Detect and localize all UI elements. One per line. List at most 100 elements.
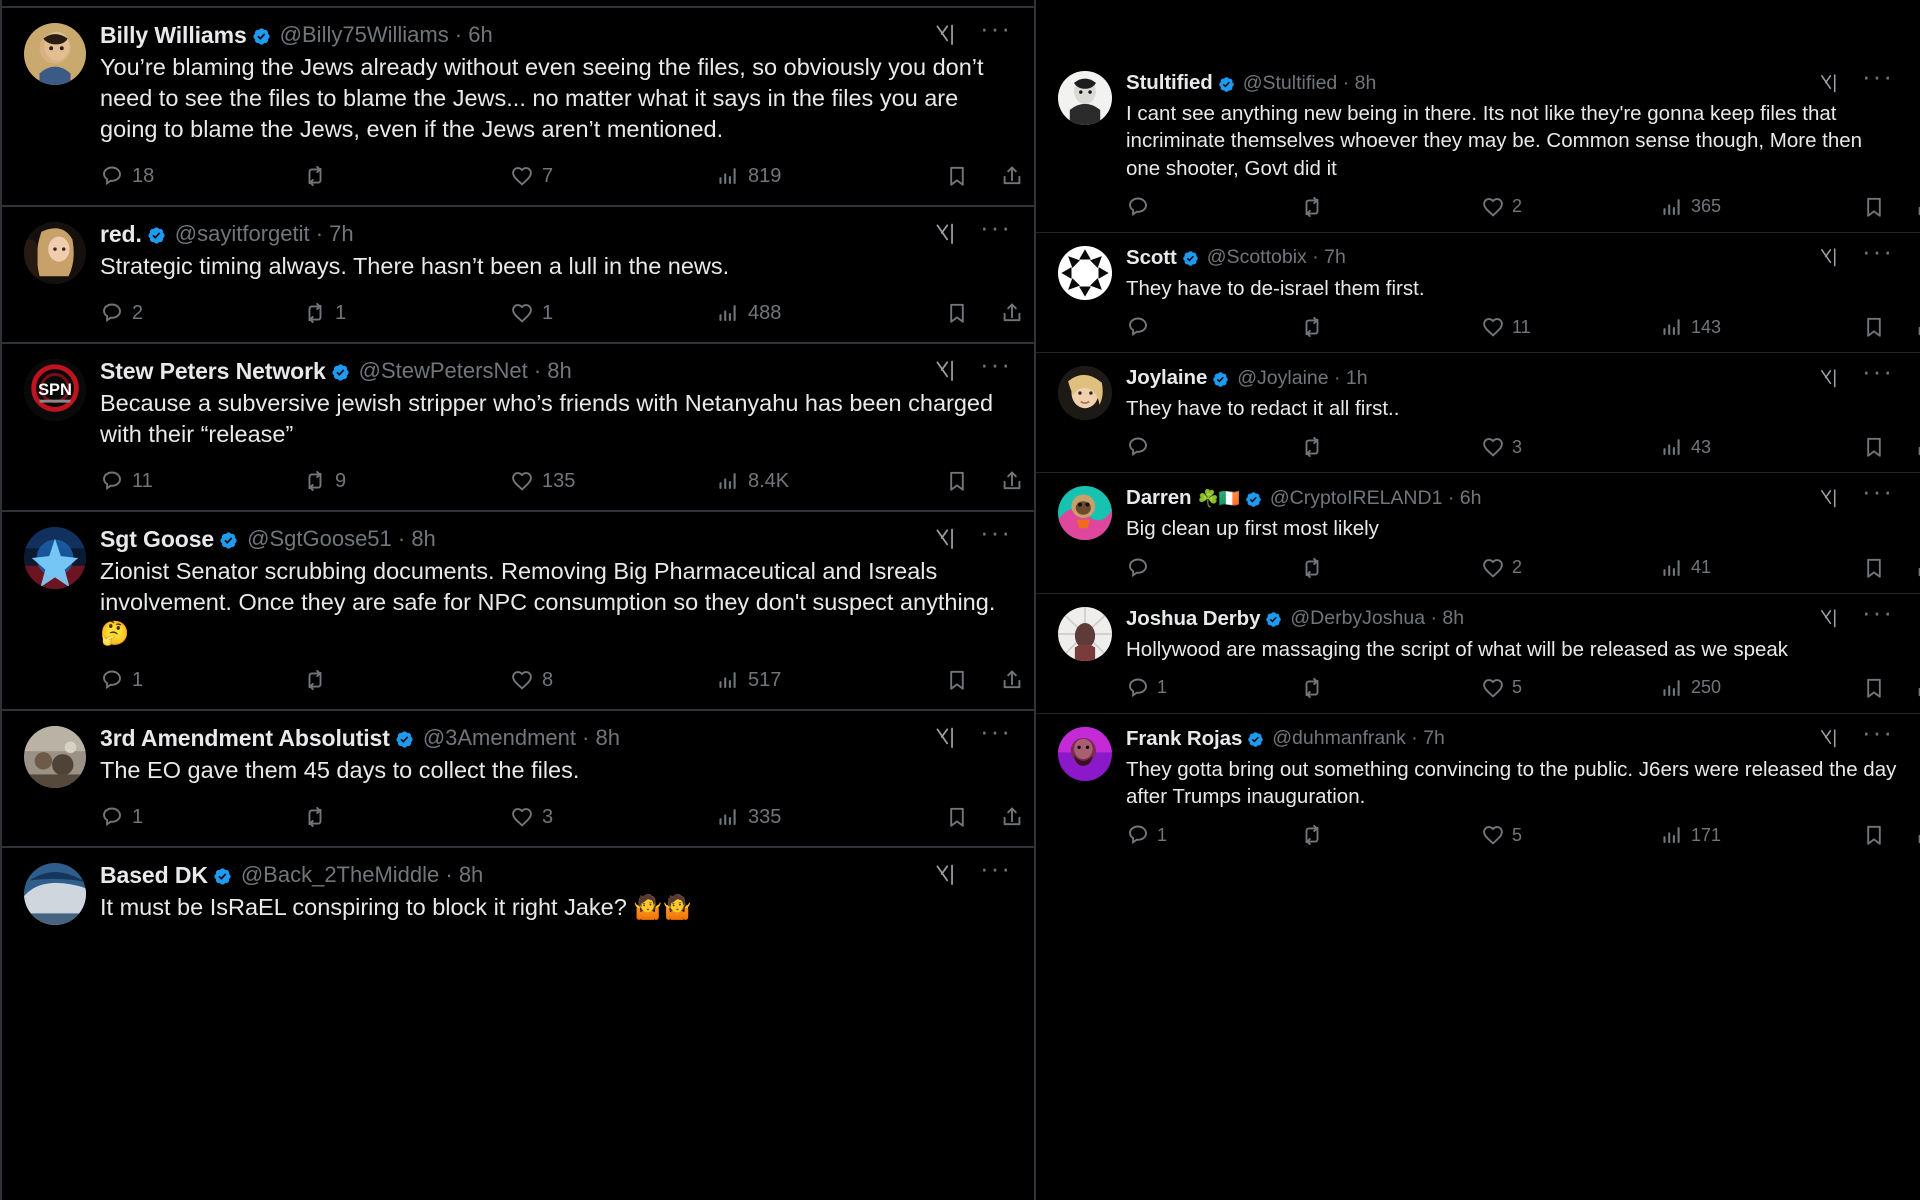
grok-x-icon[interactable] <box>1817 727 1840 750</box>
share-action[interactable] <box>1000 469 1024 493</box>
share-action[interactable] <box>1915 195 1920 219</box>
share-action[interactable] <box>1000 301 1024 325</box>
share-action[interactable] <box>1915 676 1920 700</box>
author-handle[interactable]: @Joylaine · 1h <box>1237 367 1367 390</box>
right-feed-column[interactable]: Stultified @Stultified · 8h ··· I cant see … <box>1036 0 1920 1200</box>
post[interactable]: Stultified @Stultified · 8h ··· I cant see … <box>1036 58 1920 233</box>
repost-action[interactable] <box>303 164 327 188</box>
repost-icon[interactable] <box>1300 823 1324 847</box>
like-icon[interactable] <box>1481 823 1505 847</box>
avatar[interactable] <box>1058 245 1112 300</box>
bookmark-icon[interactable] <box>945 668 969 692</box>
share-icon[interactable] <box>1915 676 1920 700</box>
views-action[interactable]: 819 <box>716 164 781 188</box>
bookmark-icon[interactable] <box>1862 676 1886 700</box>
post[interactable]: Frank Rojas @duhmanfrank · 7h ··· They gott… <box>1036 714 1920 861</box>
avatar-wrap[interactable] <box>24 860 86 926</box>
author-handle[interactable]: @DerbyJoshua · 8h <box>1290 607 1464 630</box>
views-icon[interactable] <box>716 668 740 692</box>
post[interactable]: Based DK @Back_2TheMiddle · 8h ··· It must … <box>2 848 1034 931</box>
share-action[interactable] <box>1000 164 1024 188</box>
like-action[interactable]: 5 <box>1481 676 1522 700</box>
post[interactable]: red. @sayitforgetit · 7h ··· Strategic timi… <box>2 207 1034 345</box>
avatar[interactable]: SPN <box>24 359 86 422</box>
more-options-icon[interactable]: ··· <box>1862 63 1894 89</box>
share-icon[interactable] <box>1000 469 1024 493</box>
grok-x-icon[interactable] <box>1817 487 1840 510</box>
like-icon[interactable] <box>1481 315 1505 339</box>
reply-action[interactable]: 1 <box>1126 823 1167 847</box>
share-icon[interactable] <box>1915 823 1920 847</box>
avatar-wrap[interactable] <box>1058 604 1112 709</box>
repost-icon[interactable] <box>1300 676 1324 700</box>
views-icon[interactable] <box>1660 315 1684 339</box>
avatar-wrap[interactable] <box>24 20 86 199</box>
repost-action[interactable] <box>303 805 327 829</box>
author-handle[interactable]: @Scottobix · 7h <box>1207 246 1346 269</box>
grok-x-icon[interactable] <box>932 725 958 751</box>
reply-action[interactable]: 2 <box>100 301 143 325</box>
views-icon[interactable] <box>716 469 740 493</box>
post[interactable]: 3rd Amendment Absolutist @3Amendment · 8h… <box>2 711 1034 849</box>
bookmark-icon[interactable] <box>945 469 969 493</box>
views-action[interactable]: 8.4K <box>716 469 789 493</box>
more-options-icon[interactable]: ··· <box>980 214 1012 240</box>
views-icon[interactable] <box>1660 823 1684 847</box>
reply-action[interactable]: 11 <box>100 469 153 493</box>
repost-action[interactable] <box>1300 195 1324 219</box>
views-action[interactable]: 171 <box>1660 823 1721 847</box>
repost-action[interactable] <box>1300 435 1324 459</box>
bookmark-action[interactable] <box>1862 435 1886 459</box>
views-icon[interactable] <box>716 301 740 325</box>
reply-action[interactable]: 1 <box>1126 676 1167 700</box>
repost-action[interactable] <box>303 668 327 692</box>
avatar[interactable] <box>1058 366 1112 420</box>
author-display-name[interactable]: Frank Rojas <box>1126 727 1242 751</box>
like-icon[interactable] <box>1481 195 1505 219</box>
reply-icon[interactable] <box>1126 435 1150 459</box>
author-handle[interactable]: @Billy75Williams · 6h <box>280 22 493 48</box>
like-action[interactable]: 3 <box>510 805 553 829</box>
more-options-icon[interactable]: ··· <box>1862 238 1894 264</box>
post[interactable]: SPN Stew Peters Network @StewPetersNet · 8… <box>2 344 1034 513</box>
author-display-name[interactable]: Darren <box>1126 486 1192 510</box>
share-action[interactable] <box>1000 805 1024 829</box>
reply-icon[interactable] <box>100 301 124 325</box>
author-handle[interactable]: @CryptoIRELAND1 · 6h <box>1270 487 1482 510</box>
repost-icon[interactable] <box>1300 435 1324 459</box>
reply-action[interactable] <box>1126 315 1150 339</box>
post[interactable]: Scott @Scottobix · 7h ··· They have to de-i… <box>1036 233 1920 353</box>
post[interactable]: Darren ☘️🇮🇪 @CryptoIRELAND1 · 6h ··· Big cle… <box>1036 473 1920 594</box>
post[interactable]: Sgt Goose @SgtGoose51 · 8h ··· Zionist Sena… <box>2 512 1034 712</box>
more-options-icon[interactable]: ··· <box>980 15 1012 41</box>
reply-action[interactable] <box>1126 556 1150 580</box>
author-handle[interactable]: @SgtGoose51 · 8h <box>247 526 436 552</box>
views-action[interactable]: 250 <box>1660 676 1721 700</box>
share-icon[interactable] <box>1915 195 1920 219</box>
avatar[interactable] <box>1058 71 1112 125</box>
like-action[interactable]: 3 <box>1481 435 1522 459</box>
share-action[interactable] <box>1915 435 1920 459</box>
grok-x-icon[interactable] <box>932 526 958 552</box>
author-display-name[interactable]: Joshua Derby <box>1126 607 1260 631</box>
author-display-name[interactable]: Billy Williams <box>100 22 247 49</box>
avatar-wrap[interactable] <box>1058 724 1112 857</box>
bookmark-icon[interactable] <box>1862 823 1886 847</box>
more-options-icon[interactable]: ··· <box>1862 599 1894 625</box>
more-options-icon[interactable]: ··· <box>980 855 1012 881</box>
views-icon[interactable] <box>716 805 740 829</box>
bookmark-icon[interactable] <box>1862 315 1886 339</box>
like-icon[interactable] <box>510 668 534 692</box>
author-display-name[interactable]: red. <box>100 221 142 248</box>
reply-icon[interactable] <box>100 668 124 692</box>
avatar[interactable] <box>24 726 86 789</box>
grok-x-icon[interactable] <box>1817 246 1840 269</box>
grok-x-icon[interactable] <box>1817 607 1840 630</box>
more-options-icon[interactable]: ··· <box>980 519 1012 545</box>
like-action[interactable]: 8 <box>510 668 553 692</box>
views-action[interactable]: 488 <box>716 301 781 325</box>
like-icon[interactable] <box>510 164 534 188</box>
left-feed-column[interactable]: Billy Williams @Billy75Williams · 6h ··· Yo… <box>0 0 1036 1200</box>
grok-x-icon[interactable] <box>932 358 958 384</box>
author-display-name[interactable]: Joylaine <box>1126 366 1207 390</box>
